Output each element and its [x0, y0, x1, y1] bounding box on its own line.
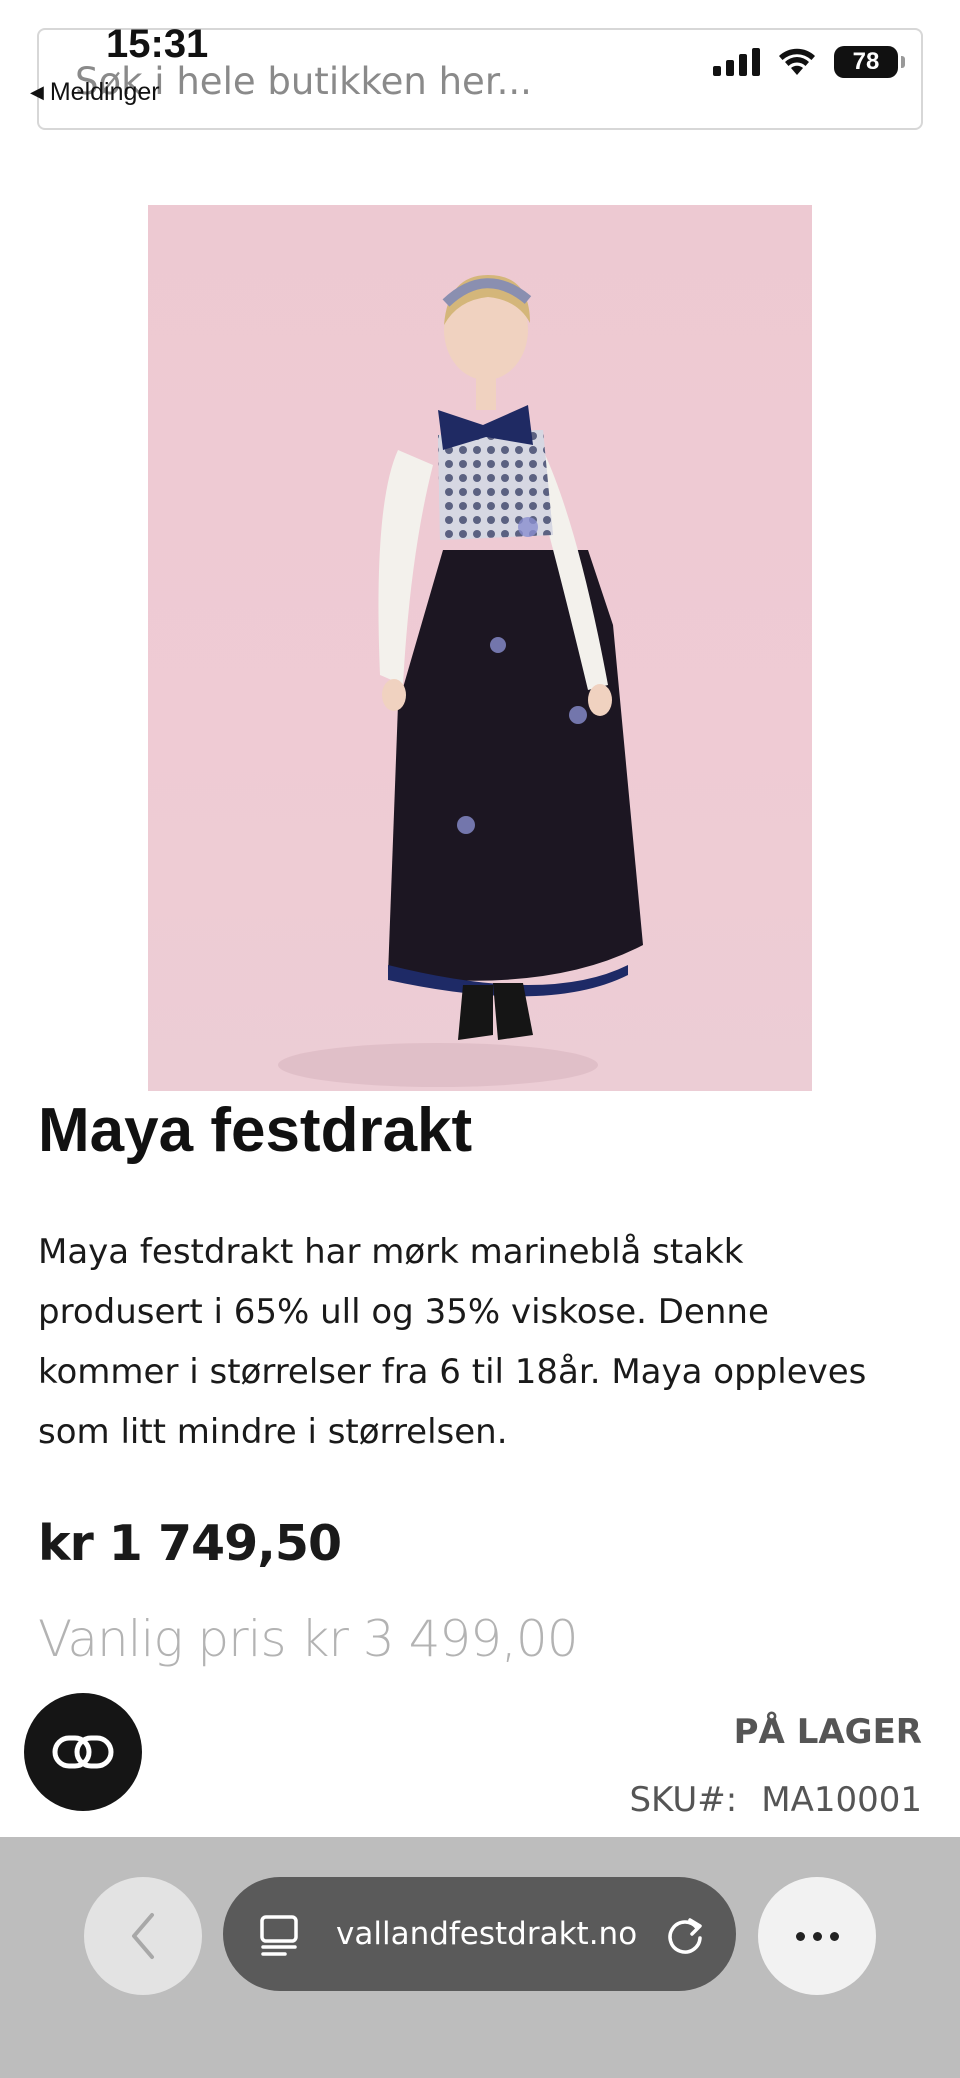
product-title: Maya festdrakt — [38, 1096, 473, 1165]
more-dot — [795, 1931, 805, 1941]
regular-price: Vanlig pris kr 3 499,00 — [38, 1610, 579, 1668]
stock-status: PÅ LAGER — [733, 1712, 922, 1752]
product-photo-illustration — [278, 275, 643, 1087]
product-description: Maya festdrakt har mørk marineblå stakk … — [38, 1232, 867, 1452]
chevron-left-icon — [132, 1913, 154, 1959]
back-to-app-link[interactable]: ◀ Meldinger — [30, 78, 160, 107]
reload-icon[interactable] — [666, 1914, 706, 1956]
chat-link-icon — [52, 1735, 114, 1769]
browser-toolbar: vallandfestdrakt.no — [0, 1837, 960, 2078]
wifi-icon — [779, 48, 815, 75]
more-options-button[interactable] — [758, 1877, 876, 1995]
url-text: vallandfestdrakt.no — [336, 1916, 638, 1952]
cellular-signal-icon — [713, 48, 760, 76]
browser-back-button[interactable] — [84, 1877, 202, 1995]
chat-button[interactable] — [24, 1693, 142, 1811]
product-image — [148, 205, 812, 1091]
back-to-app-label: Meldinger — [49, 78, 160, 106]
more-dot — [829, 1931, 839, 1941]
more-dot — [812, 1931, 822, 1941]
address-bar[interactable]: vallandfestdrakt.no — [223, 1877, 736, 1991]
reader-mode-icon — [260, 1915, 298, 1956]
status-bar: 15:31 ◀ Meldinger 78 — [0, 0, 960, 110]
sale-price: kr 1 749,50 — [38, 1515, 342, 1572]
sku-label: SKU#: — [629, 1780, 738, 1820]
status-indicators: 78 — [713, 46, 905, 78]
status-time: 15:31 — [106, 22, 209, 66]
sku: SKU#: MA10001 — [629, 1780, 922, 1820]
battery-icon: 78 — [834, 46, 905, 78]
sku-value: MA10001 — [761, 1780, 922, 1820]
back-triangle-icon: ◀ — [30, 82, 44, 102]
